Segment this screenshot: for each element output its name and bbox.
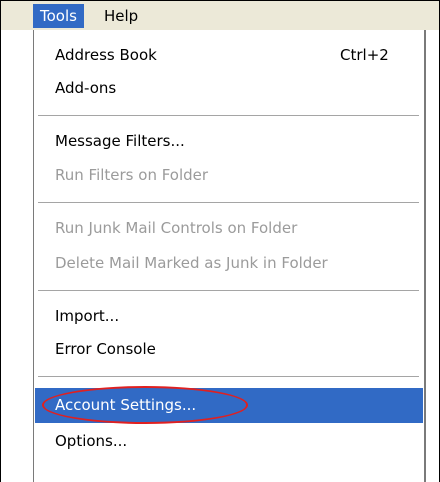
menu-item-add-ons[interactable]: Add-ons — [35, 73, 423, 104]
menu-item-label: Address Book — [55, 46, 157, 64]
menu-item-run-filters: Run Filters on Folder — [35, 160, 423, 191]
menu-item-label: Message Filters... — [55, 132, 185, 150]
menu-separator — [38, 202, 419, 203]
menu-separator — [38, 290, 419, 291]
menu-item-label: Run Filters on Folder — [55, 166, 209, 184]
menu-item-options[interactable]: Options... — [35, 426, 423, 457]
menu-item-label: Error Console — [55, 340, 156, 358]
menu-item-label: Add-ons — [55, 79, 117, 97]
menu-item-message-filters[interactable]: Message Filters... — [35, 126, 423, 157]
menu-separator — [38, 115, 419, 116]
menu-item-label: Options... — [55, 432, 128, 450]
menu-item-label: Delete Mail Marked as Junk in Folder — [55, 254, 328, 272]
menu-item-label: Account Settings... — [55, 396, 197, 414]
menu-bar: Tools Help — [1, 1, 439, 30]
menu-tools[interactable]: Tools — [33, 4, 84, 28]
menu-item-error-console[interactable]: Error Console — [35, 334, 423, 365]
frame-left-line — [0, 0, 1, 482]
screenshot-stage: Tools Help Address Book Ctrl+2 Add-ons M… — [0, 0, 440, 482]
menu-item-shortcut: Ctrl+2 — [340, 46, 389, 64]
menu-separator — [38, 376, 419, 377]
menu-item-delete-junk: Delete Mail Marked as Junk in Folder — [35, 248, 423, 279]
menu-item-run-junk-controls: Run Junk Mail Controls on Folder — [35, 213, 423, 244]
menu-help[interactable]: Help — [97, 4, 145, 28]
tools-dropdown-menu: Address Book Ctrl+2 Add-ons Message Filt… — [33, 30, 426, 482]
menu-item-label: Import... — [55, 307, 120, 325]
menu-item-label: Run Junk Mail Controls on Folder — [55, 219, 298, 237]
menu-item-account-settings[interactable]: Account Settings... — [35, 388, 423, 423]
menu-item-address-book[interactable]: Address Book Ctrl+2 — [35, 40, 423, 71]
menu-item-import[interactable]: Import... — [35, 301, 423, 332]
